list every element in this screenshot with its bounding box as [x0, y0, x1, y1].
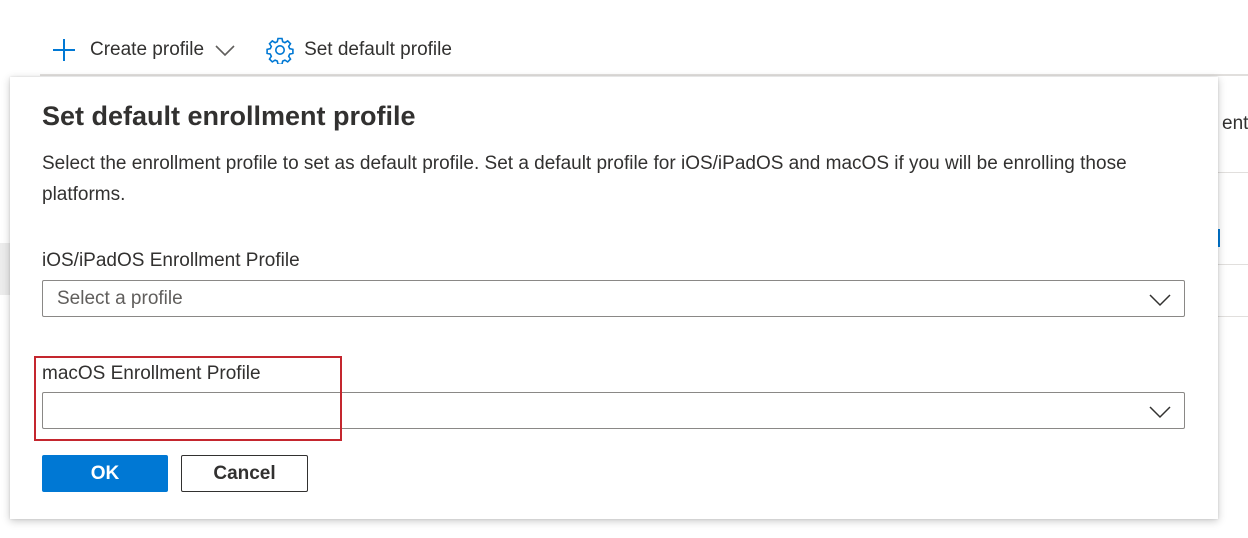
page: Create profile Set default profile ent S…	[0, 0, 1248, 538]
create-profile-button[interactable]: Create profile	[50, 36, 236, 64]
dialog-title: Set default enrollment profile	[42, 101, 416, 131]
table-row-divider	[1218, 316, 1248, 317]
gear-icon	[266, 36, 294, 64]
macos-profile-label: macOS Enrollment Profile	[42, 363, 261, 384]
macos-profile-dropdown[interactable]	[42, 392, 1185, 429]
table-row-divider	[1218, 264, 1248, 265]
chevron-down-icon[interactable]	[214, 39, 236, 61]
ios-profile-label: iOS/iPadOS Enrollment Profile	[42, 250, 300, 271]
set-default-enrollment-profile-dialog: Set default enrollment profile Select th…	[10, 77, 1218, 519]
command-bar: Create profile Set default profile	[50, 32, 452, 68]
table-row-divider	[1218, 172, 1248, 173]
ios-profile-dropdown[interactable]: Select a profile	[42, 280, 1185, 317]
create-profile-label: Create profile	[90, 39, 205, 60]
column-header-fragment: ent	[1222, 113, 1248, 134]
chevron-down-icon	[1148, 288, 1172, 312]
ok-button[interactable]: OK	[42, 455, 168, 492]
ios-profile-placeholder: Select a profile	[57, 287, 183, 309]
set-default-profile-label: Set default profile	[304, 39, 452, 60]
set-default-profile-button[interactable]: Set default profile	[266, 36, 452, 64]
plus-icon	[50, 36, 78, 64]
cancel-button[interactable]: Cancel	[181, 455, 308, 492]
toolbar-divider	[40, 74, 1248, 76]
dialog-description: Select the enrollment profile to set as …	[42, 153, 1127, 205]
chevron-down-icon	[1148, 400, 1172, 424]
